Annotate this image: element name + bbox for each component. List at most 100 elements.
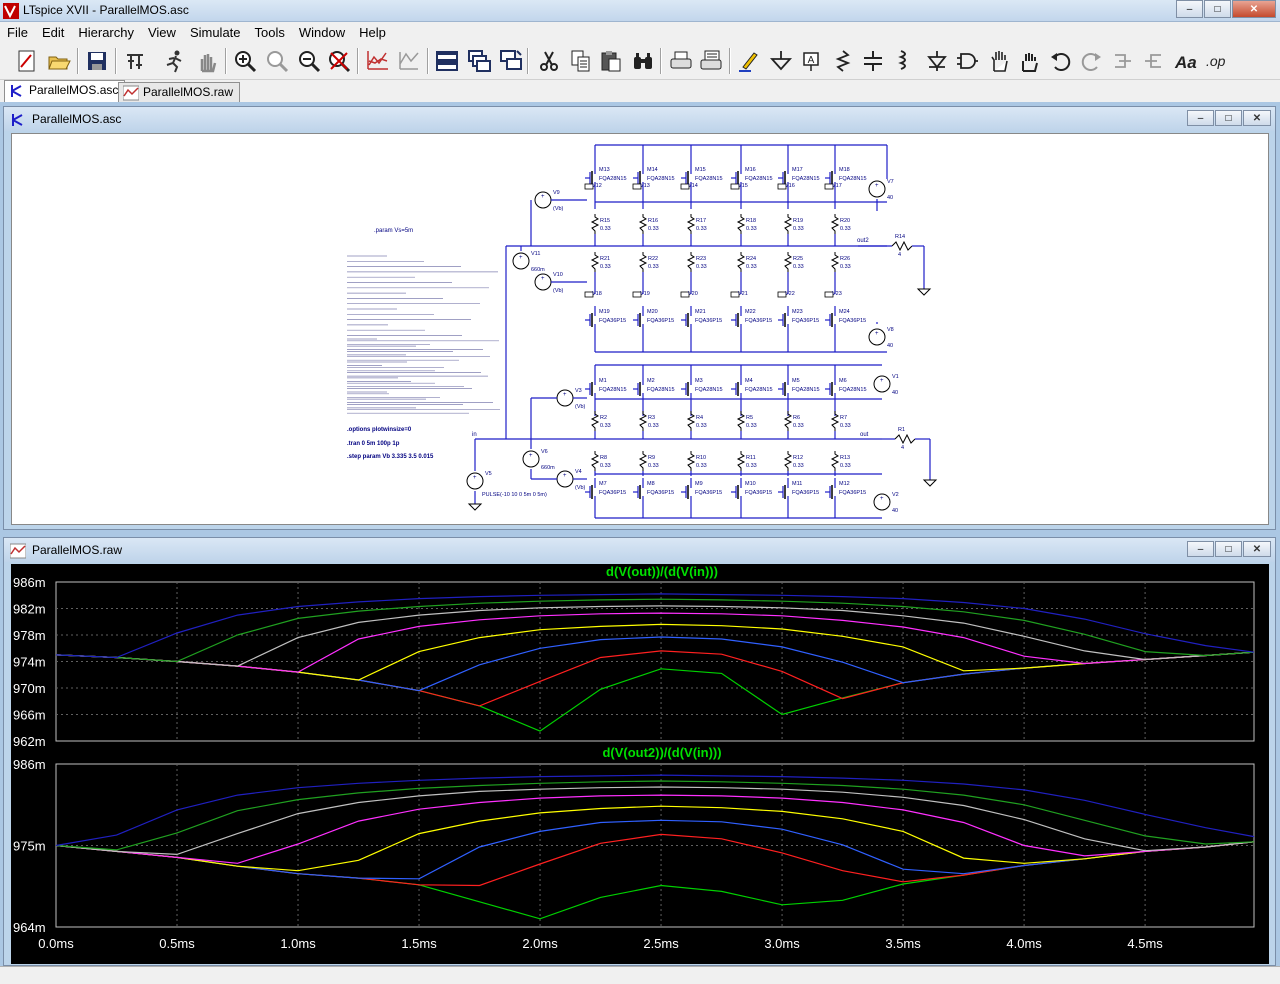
source-label: V14 <box>688 183 698 189</box>
mirror-icon[interactable] <box>1139 46 1167 76</box>
y-tick-label: 974m <box>13 655 46 670</box>
net-label-out2: out2 <box>857 238 869 244</box>
mosfet-label: M24 <box>839 309 850 315</box>
source-label: V3 <box>575 388 582 394</box>
waveform-minimize-button[interactable]: – <box>1187 541 1214 557</box>
run-icon[interactable] <box>161 46 189 76</box>
menu-tools[interactable]: Tools <box>248 25 292 40</box>
spice-directive-icon[interactable]: .op <box>1203 46 1231 76</box>
resistor-value: 4 <box>898 252 901 258</box>
resistor-label: R22 <box>648 256 658 262</box>
waveform-close-button[interactable]: ✕ <box>1243 541 1271 557</box>
halt-icon[interactable] <box>193 46 221 76</box>
save-icon[interactable] <box>83 46 111 76</box>
resistor-value: 0.33 <box>840 226 851 232</box>
resistor-value: 0.33 <box>793 423 804 429</box>
cut-icon[interactable] <box>535 46 563 76</box>
diode-icon[interactable] <box>923 46 951 76</box>
undo-icon[interactable] <box>1047 46 1075 76</box>
menu-help[interactable]: Help <box>352 25 393 40</box>
menu-simulate[interactable]: Simulate <box>183 25 248 40</box>
resistor-value: 0.33 <box>840 423 851 429</box>
resistor-icon[interactable] <box>829 46 857 76</box>
plot-settings-icon[interactable] <box>364 46 392 76</box>
source-polarity: + <box>529 453 533 459</box>
tile-vertical-icon[interactable] <box>497 46 525 76</box>
resistor-label: R9 <box>648 455 655 461</box>
resistor-symbol <box>638 451 648 471</box>
source-polarity: + <box>541 276 545 282</box>
schematic-canvas[interactable]: M13 FQA28N15 V12 R15 0.33 R21 0.33 V18 M19 FQA36P… <box>11 133 1269 525</box>
resistor-symbol <box>638 214 648 234</box>
maximize-button[interactable]: □ <box>1204 0 1231 18</box>
rotate-icon[interactable] <box>1109 46 1137 76</box>
zoom-in-icon[interactable] <box>231 46 259 76</box>
app-title-bar: LTspice XVII - ParallelMOS.asc – □ ✕ <box>0 0 1280 22</box>
schematic-window-titlebar[interactable]: ParallelMOS.asc – □ ✕ <box>4 107 1275 131</box>
cascade-icon[interactable] <box>465 46 493 76</box>
open-icon[interactable] <box>45 46 73 76</box>
menu-bar: File Edit Hierarchy View Simulate Tools … <box>0 22 1280 42</box>
trace-series-line <box>55 780 1255 851</box>
source-value: (Vb) <box>553 288 564 294</box>
graph-icon[interactable] <box>395 46 423 76</box>
tile-horizontal-icon[interactable] <box>433 46 461 76</box>
ground-symbol <box>922 479 938 487</box>
resistor-value: 0.33 <box>746 264 757 270</box>
waveform-window-titlebar[interactable]: ParallelMOS.raw – □ ✕ <box>4 538 1275 562</box>
mdi-workspace: ParallelMOS.asc – □ ✕ M13 FQA28N15 V12 R15 0… <box>0 102 1280 966</box>
waveform-plot[interactable]: 986m 982m 978m 974m 970m 966m 962m d(V(out))/(d… <box>11 564 1269 964</box>
schematic-minimize-button[interactable]: – <box>1187 110 1214 126</box>
find-icon[interactable] <box>629 46 657 76</box>
menu-file[interactable]: File <box>0 25 35 40</box>
x-tick-label: 4.0ms <box>1006 936 1042 951</box>
print-preview-icon[interactable] <box>697 46 725 76</box>
document-tabs: ParallelMOS.asc ParallelMOS.raw <box>0 80 1280 102</box>
zoom-out-icon[interactable] <box>295 46 323 76</box>
ltspice-app-icon[interactable] <box>3 3 19 19</box>
minimize-button[interactable]: – <box>1176 0 1203 18</box>
source-value: (Vb) <box>575 485 586 491</box>
tab-waveform[interactable]: ParallelMOS.raw <box>118 82 241 102</box>
waveform-canvas[interactable]: 986m 982m 978m 974m 970m 966m 962m d(V(out))/(d… <box>11 564 1269 964</box>
mosfet-model: FQA28N15 <box>745 387 773 393</box>
source-label: V9 <box>553 190 560 196</box>
menu-hierarchy[interactable]: Hierarchy <box>71 25 141 40</box>
menu-view[interactable]: View <box>141 25 183 40</box>
new-schematic-icon[interactable] <box>13 46 41 76</box>
resistor-value: 0.33 <box>600 226 611 232</box>
ground-icon[interactable] <box>767 46 795 76</box>
mosfet-model: FQA28N15 <box>599 176 627 182</box>
waveform-caption-buttons: – □ ✕ <box>1186 541 1271 557</box>
source-label: V5 <box>485 471 492 477</box>
move-icon[interactable] <box>985 46 1013 76</box>
copy-icon[interactable] <box>567 46 595 76</box>
mosfet-model: FQA28N15 <box>792 387 820 393</box>
schematic-drawing[interactable]: M13FQA28N15V12R150.33R210.33V18M19FQA36P… <box>12 134 1269 525</box>
waveform-maximize-button[interactable]: □ <box>1215 541 1242 557</box>
component-icon[interactable] <box>953 46 981 76</box>
redo-icon[interactable] <box>1077 46 1105 76</box>
menu-edit[interactable]: Edit <box>35 25 71 40</box>
text-icon[interactable]: Aa <box>1171 46 1199 76</box>
close-button[interactable]: ✕ <box>1232 0 1276 18</box>
paste-icon[interactable] <box>597 46 625 76</box>
schematic-maximize-button[interactable]: □ <box>1215 110 1242 126</box>
draw-wire-icon[interactable] <box>735 46 763 76</box>
zoom-full-icon[interactable] <box>263 46 291 76</box>
toolbar-separator <box>77 48 79 74</box>
resistor-label: R25 <box>793 256 803 262</box>
print-icon[interactable] <box>667 46 695 76</box>
mosfet-label: M14 <box>647 167 658 173</box>
menu-window[interactable]: Window <box>292 25 352 40</box>
control-panel-icon[interactable] <box>121 46 149 76</box>
capacitor-icon[interactable] <box>859 46 887 76</box>
resistor-label: R11 <box>746 455 756 461</box>
label-net-icon[interactable]: A <box>797 46 825 76</box>
autorange-icon[interactable] <box>325 46 353 76</box>
schematic-close-button[interactable]: ✕ <box>1243 110 1271 126</box>
inductor-icon[interactable] <box>891 46 919 76</box>
mosfet-model: FQA36P15 <box>647 490 674 496</box>
tab-schematic[interactable]: ParallelMOS.asc <box>4 80 126 102</box>
drag-icon[interactable] <box>1015 46 1043 76</box>
